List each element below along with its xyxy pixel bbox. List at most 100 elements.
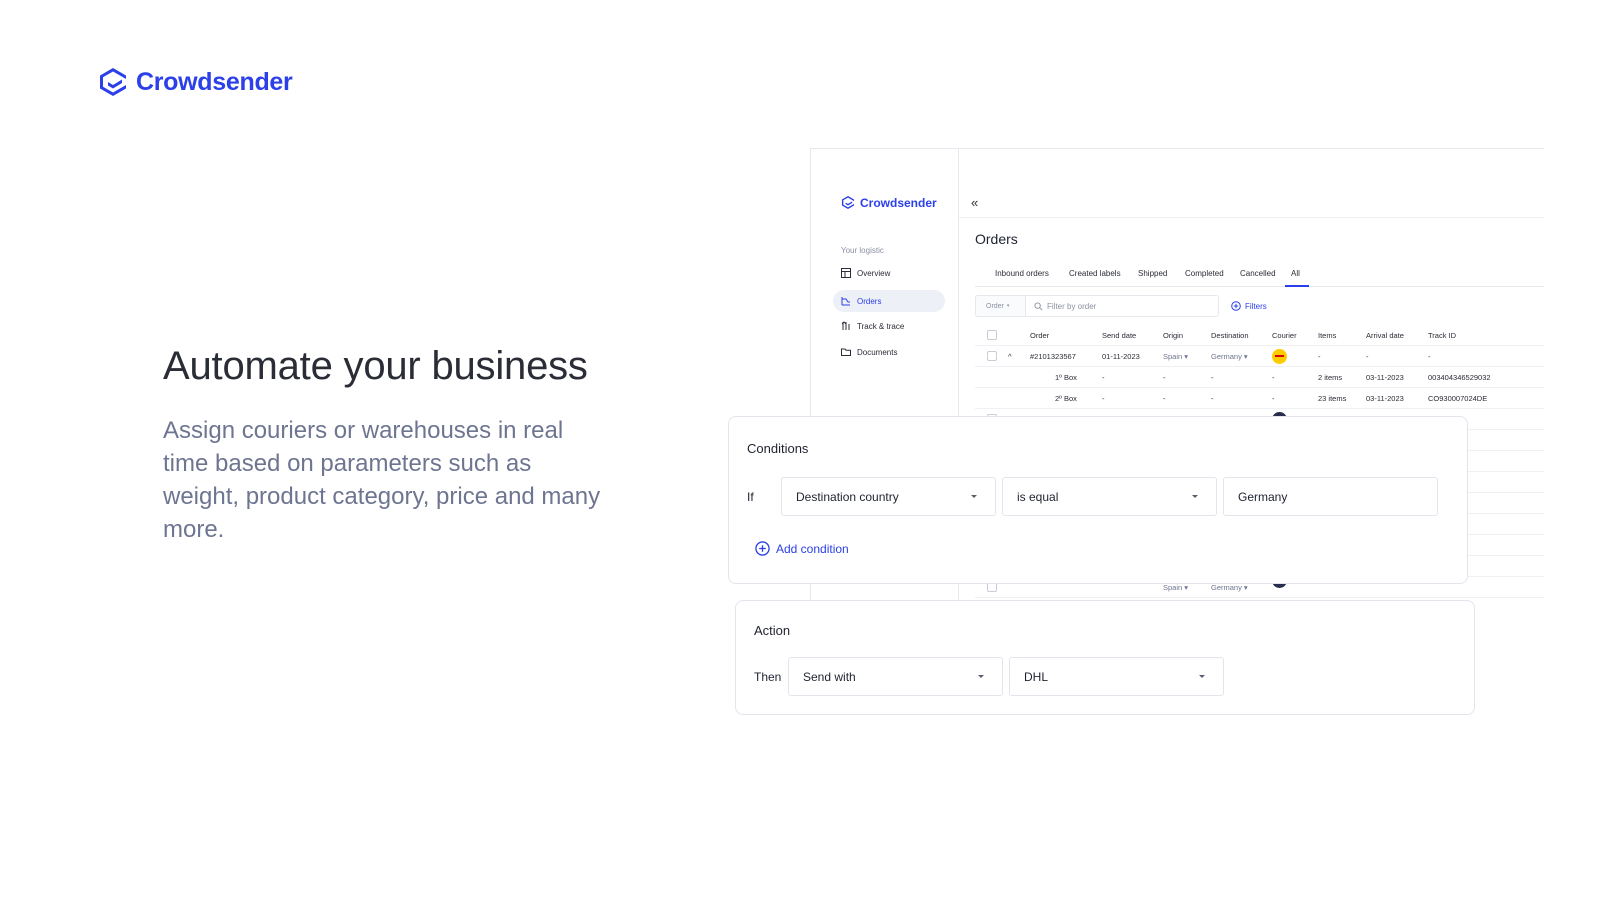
sidebar-brand[interactable]: Crowdsender (841, 195, 937, 210)
origin[interactable]: Spain ▾ (1163, 583, 1188, 592)
hero-description: Assign couriers or warehouses in real ti… (163, 417, 601, 543)
tab-cancelled[interactable]: Cancelled (1240, 269, 1276, 278)
courier-value: DHL (1024, 669, 1049, 684)
action-method-select[interactable]: Send with (788, 657, 1003, 696)
if-label: If (747, 490, 754, 504)
tabs: Inbound orders Created labels Shipped Co… (975, 261, 1544, 287)
divider (959, 217, 1544, 218)
destination[interactable]: Germany ▾ (1211, 352, 1248, 361)
order-select[interactable]: Order ▾ (975, 295, 1025, 317)
track-id: CO930007024DE (1428, 394, 1488, 403)
condition-operator-value: is equal (1017, 489, 1059, 504)
courier: - (1272, 394, 1275, 403)
sidebar-item-track-trace[interactable]: Track & trace (833, 315, 945, 337)
filters-label: Filters (1245, 301, 1267, 311)
condition-field-value: Destination country (796, 489, 899, 504)
action-title: Action (754, 623, 791, 638)
courier: - (1272, 373, 1275, 382)
column-header: Track ID (1428, 331, 1457, 340)
table-row: 2º Box - - - - 23 items 03-11-2023 CO930… (975, 388, 1544, 409)
brand-name: Crowdsender (136, 67, 293, 96)
add-condition-button[interactable]: Add condition (755, 541, 849, 556)
order-select-label: Order (986, 302, 1004, 310)
chevron-down-icon (978, 675, 984, 678)
send-date: - (1102, 394, 1105, 403)
row-checkbox[interactable] (987, 351, 997, 361)
filters-button[interactable]: Filters (1231, 295, 1267, 317)
layout-icon (841, 268, 851, 278)
search-icon (1034, 301, 1043, 310)
chevron-down-icon (971, 495, 977, 498)
sidebar-item-label: Orders (857, 296, 882, 306)
select-all-checkbox[interactable] (987, 330, 997, 340)
destination-value: Germany (1211, 352, 1242, 361)
box-label: 2º Box (1055, 394, 1077, 403)
tab-created-labels[interactable]: Created labels (1069, 269, 1121, 278)
tab-all[interactable]: All (1291, 269, 1300, 278)
items: - (1318, 352, 1321, 361)
conditions-card: Conditions If Destination country is equ… (728, 416, 1468, 584)
origin-value: Spain (1163, 583, 1183, 592)
collapse-row-icon[interactable]: ^ (1008, 352, 1012, 361)
folder-icon (841, 348, 851, 356)
active-tab-indicator (1285, 285, 1309, 287)
sidebar-section-label: Your logistic (841, 246, 884, 255)
destination[interactable]: Germany ▾ (1211, 583, 1248, 592)
courier-select[interactable]: DHL (1009, 657, 1224, 696)
condition-value: Germany (1238, 489, 1288, 504)
origin-value: Spain (1163, 352, 1183, 361)
collapse-sidebar-icon[interactable]: « (971, 195, 978, 210)
add-condition-label: Add condition (776, 541, 849, 556)
table-row[interactable]: ^ #2101323567 01-11-2023 Spain ▾ Germany… (975, 346, 1544, 367)
sidebar-item-label: Overview (857, 268, 891, 278)
sidebar-brand-name: Crowdsender (860, 195, 937, 210)
box-label: 1º Box (1055, 373, 1077, 382)
table-row: 1º Box - - - - 2 items 03-11-2023 003404… (975, 367, 1544, 388)
destination-value: Germany (1211, 583, 1242, 592)
order-id: #2101323567 (1030, 352, 1076, 361)
crowdsender-logo-icon (841, 195, 855, 210)
condition-operator-select[interactable]: is equal (1002, 477, 1217, 516)
page: Crowdsender Automate your business Assig… (0, 0, 1600, 900)
column-header: Items (1318, 331, 1337, 340)
destination: - (1211, 394, 1214, 403)
tab-shipped[interactable]: Shipped (1138, 269, 1167, 278)
send-date: 01-11-2023 (1102, 352, 1140, 361)
conditions-title: Conditions (747, 441, 809, 456)
track-id: - (1428, 352, 1431, 361)
crowdsender-logo-icon (100, 68, 126, 96)
destination: - (1211, 373, 1214, 382)
chevron-down-icon (1192, 495, 1198, 498)
action-card: Action Then Send with DHL (735, 600, 1475, 715)
action-method-value: Send with (803, 669, 856, 684)
condition-field-select[interactable]: Destination country (781, 477, 996, 516)
chevron-down-icon: ▾ (1006, 303, 1010, 309)
origin: - (1163, 394, 1166, 403)
tab-inbound-orders[interactable]: Inbound orders (995, 269, 1049, 278)
sidebar-item-documents[interactable]: Documents (833, 341, 945, 363)
filter-by-order-input[interactable]: Filter by order (1025, 295, 1219, 317)
condition-value-input[interactable]: Germany (1223, 477, 1438, 516)
plus-circle-icon (1231, 301, 1241, 311)
send-date: - (1102, 373, 1105, 382)
arrival-date: - (1366, 352, 1369, 361)
items: 2 items (1318, 373, 1343, 382)
column-header: Arrival date (1366, 331, 1404, 340)
column-header: Send date (1102, 331, 1137, 340)
sidebar-item-orders[interactable]: Orders (833, 290, 945, 312)
arrival-date: 03-11-2023 (1366, 394, 1404, 403)
column-header: Destination (1211, 331, 1249, 340)
tab-completed[interactable]: Completed (1185, 269, 1224, 278)
origin[interactable]: Spain ▾ (1163, 352, 1188, 361)
orders-icon (841, 297, 850, 306)
track-id: 003404346529032 (1428, 373, 1491, 382)
sidebar-item-label: Track & trace (857, 321, 905, 331)
chevron-down-icon (1199, 675, 1205, 678)
brand-logo[interactable]: Crowdsender (98, 66, 293, 98)
column-header: Order (1030, 331, 1050, 340)
page-title: Orders (975, 231, 1018, 247)
arrival-date: 03-11-2023 (1366, 373, 1404, 382)
plus-circle-icon (755, 541, 770, 556)
sidebar-item-overview[interactable]: Overview (833, 262, 945, 284)
column-header: Origin (1163, 331, 1184, 340)
